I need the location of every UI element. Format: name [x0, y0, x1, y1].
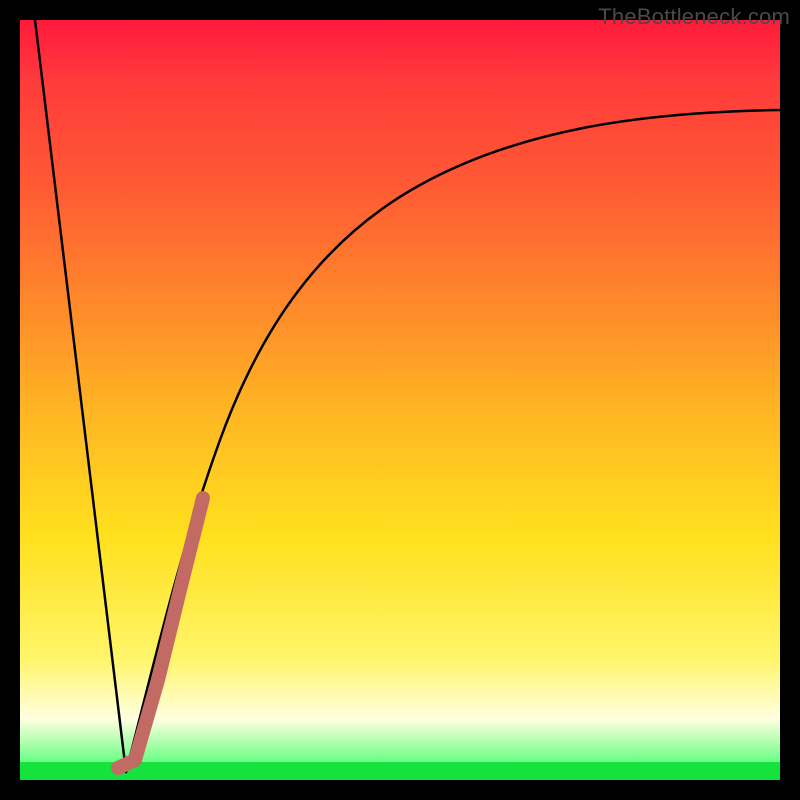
chart-frame: TheBottleneck.com [0, 0, 800, 800]
plot-area [20, 20, 780, 780]
curve-left-descent [35, 20, 126, 772]
curve-right-ascend [126, 110, 780, 772]
curve-layer [20, 20, 780, 780]
